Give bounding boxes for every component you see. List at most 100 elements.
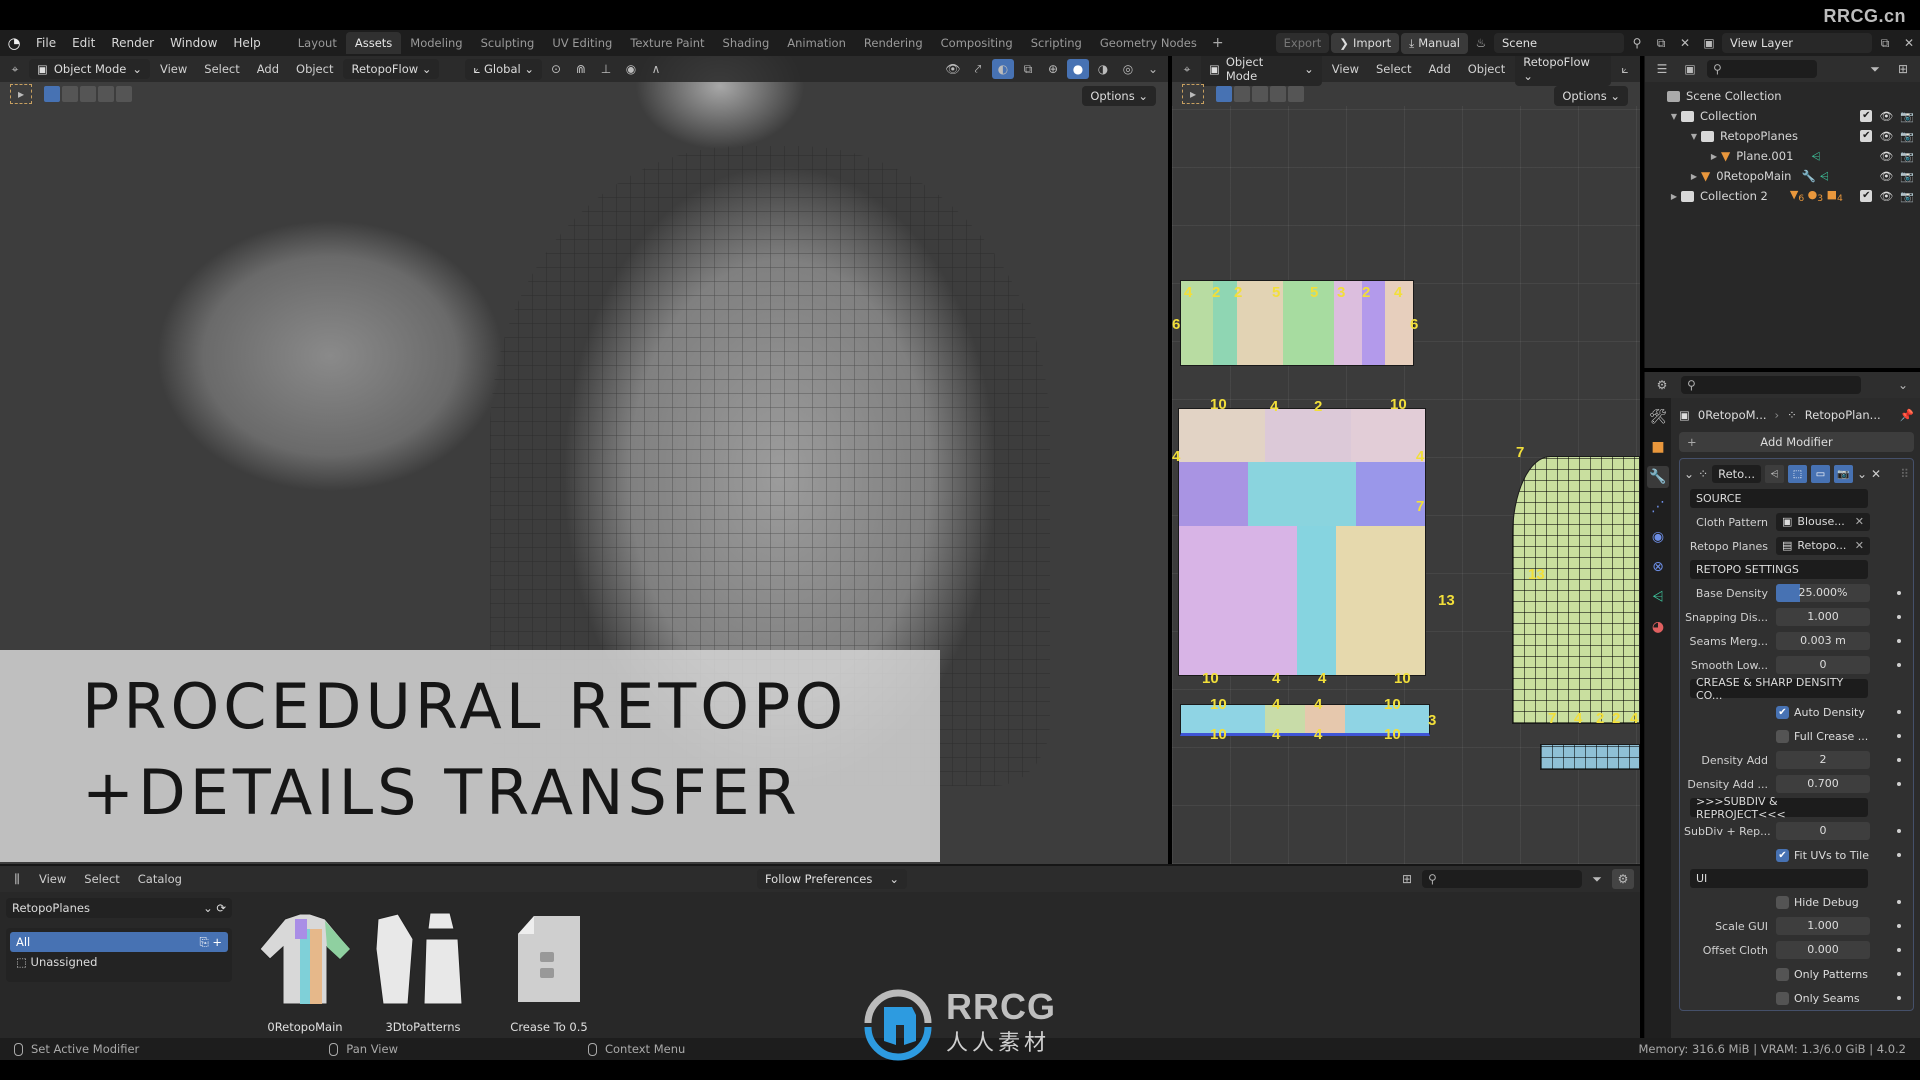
material-shading-icon[interactable]: ◑ xyxy=(1092,59,1114,79)
retopoflow-menu[interactable]: RetopoFlow ⌄ xyxy=(343,59,440,79)
menu-add[interactable]: Add xyxy=(1421,62,1457,76)
menu-select[interactable]: Select xyxy=(197,62,246,76)
exclude-checkbox[interactable]: ✔ xyxy=(1860,110,1873,122)
select-extend-icon[interactable] xyxy=(1234,86,1250,102)
tab-texture-paint[interactable]: Texture Paint xyxy=(621,32,713,54)
catalog-all[interactable]: All ⎘ + xyxy=(10,932,228,952)
outliner-row-plane001[interactable]: ▶ ▼ Plane.001 ⩤ 👁 📷 xyxy=(1645,146,1920,166)
tab-layout[interactable]: Layout xyxy=(289,32,346,54)
smooth-low-field[interactable]: 0 xyxy=(1776,656,1870,674)
menu-object[interactable]: Object xyxy=(1461,62,1512,76)
transform-orientation[interactable]: ⟀ Global ⌄ xyxy=(465,58,542,80)
subdiv-reproject-field[interactable]: 0 xyxy=(1776,822,1870,840)
eye-icon[interactable]: 👁 xyxy=(1879,170,1893,183)
mode-selector[interactable]: ▣ Object Mode ⌄ xyxy=(29,59,150,79)
editor-type-icon[interactable]: ⌖ xyxy=(4,59,26,79)
base-density-slider[interactable]: 25.000% xyxy=(1776,584,1870,602)
keyframe-dot[interactable] xyxy=(1897,853,1901,857)
remove-view-layer-icon[interactable]: ✕ xyxy=(1898,33,1920,53)
outliner-row-retopoplanes[interactable]: ▼ RetopoPlanes ✔ 👁 📷 xyxy=(1645,126,1920,146)
menu-edit[interactable]: Edit xyxy=(64,36,103,50)
menu-catalog[interactable]: Catalog xyxy=(131,872,189,886)
mesh-data-icon[interactable]: ⩤ xyxy=(1811,149,1820,164)
tab-sculpting[interactable]: Sculpting xyxy=(472,32,544,54)
tab-uv-editing[interactable]: UV Editing xyxy=(543,32,621,54)
data-tab-icon[interactable]: ⩤ xyxy=(1647,586,1669,608)
expand-icon[interactable]: ▶ xyxy=(1667,192,1681,201)
density-add-field[interactable]: 2 xyxy=(1776,751,1870,769)
select-intersect-icon[interactable] xyxy=(1288,86,1304,102)
proportional-edit-icon[interactable]: ◉ xyxy=(620,59,642,79)
collapse-icon[interactable]: ⌄ xyxy=(1684,467,1694,481)
keyframe-dot[interactable] xyxy=(1897,734,1901,738)
viewport-patterns[interactable]: ⌖ ▣ Object Mode ⌄ View Select Add Object R… xyxy=(1172,56,1640,864)
menu-view[interactable]: View xyxy=(153,62,194,76)
menu-view[interactable]: View xyxy=(1325,62,1366,76)
select-tool-icon[interactable]: ▸ xyxy=(1182,84,1204,104)
tab-shading[interactable]: Shading xyxy=(714,32,779,54)
editor-type-icon[interactable]: ⚙ xyxy=(1651,375,1673,395)
pin-icon[interactable]: 📌 xyxy=(1900,408,1914,422)
keyframe-dot[interactable] xyxy=(1897,900,1901,904)
delete-modifier-icon[interactable]: ✕ xyxy=(1871,467,1881,481)
pin-icon[interactable]: ⚲ xyxy=(1626,33,1648,53)
orientation-icon[interactable]: ⟀ xyxy=(1614,59,1636,79)
drag-handle-icon[interactable]: ⠿ xyxy=(1900,467,1909,481)
select-subtract-icon[interactable] xyxy=(1252,86,1268,102)
options-dropdown[interactable]: Options ⌄ xyxy=(1082,86,1156,106)
asset-search-input[interactable]: ⚲ xyxy=(1422,870,1582,888)
wireframe-shading-icon[interactable]: ⊕ xyxy=(1042,59,1064,79)
physics-tab-icon[interactable]: ◉ xyxy=(1647,526,1669,548)
display-mode-icon[interactable]: ☰ xyxy=(1651,59,1673,79)
expand-icon[interactable]: ▶ xyxy=(1707,152,1721,161)
viewport-toggle-icon[interactable]: ▭ xyxy=(1810,465,1830,483)
seams-merge-field[interactable]: 0.003 m xyxy=(1776,632,1870,650)
select-difference-icon[interactable] xyxy=(1270,86,1286,102)
keyframe-dot[interactable] xyxy=(1897,591,1901,595)
view-layer-icon[interactable]: ▣ xyxy=(1698,33,1720,53)
snap-target-icon[interactable]: ⊥ xyxy=(595,59,617,79)
modifier-wrench-icon[interactable]: 🔧 xyxy=(1801,169,1815,183)
solid-shading-icon[interactable]: ● xyxy=(1067,59,1089,79)
pattern-island-cuff[interactable] xyxy=(1540,744,1640,770)
retopoflow-menu[interactable]: RetopoFlow ⌄ xyxy=(1515,56,1612,86)
clear-icon[interactable]: ✕ xyxy=(1855,513,1864,531)
on-cage-toggle-icon[interactable]: ⬚ xyxy=(1787,465,1807,483)
hide-debug-checkbox[interactable] xyxy=(1776,895,1789,909)
new-scene-icon[interactable]: ⧉ xyxy=(1650,33,1672,53)
auto-density-checkbox[interactable]: ✔ xyxy=(1776,705,1789,719)
modifier-tab-icon[interactable]: 🔧 xyxy=(1647,466,1669,488)
exclude-checkbox[interactable]: ✔ xyxy=(1860,130,1873,142)
library-dropdown[interactable]: RetopoPlanes ⌄ ⟳ xyxy=(6,898,232,918)
add-workspace-button[interactable]: + xyxy=(1206,35,1230,51)
keyframe-dot[interactable] xyxy=(1897,972,1901,976)
editor-type-icon[interactable]: ⫼ xyxy=(6,869,28,889)
shading-options-icon[interactable]: ⌄ xyxy=(1142,59,1164,79)
select-tool-icon[interactable]: ▸ xyxy=(10,84,32,104)
visibility-icon[interactable]: 👁 xyxy=(942,59,964,79)
keyframe-dot[interactable] xyxy=(1897,948,1901,952)
gizmo-icon[interactable]: ⤤ xyxy=(967,59,989,79)
outliner-search-input[interactable]: ⚲ xyxy=(1707,60,1817,78)
menu-window[interactable]: Window xyxy=(162,36,225,50)
select-intersect-icon[interactable] xyxy=(116,86,132,102)
full-crease-checkbox[interactable] xyxy=(1776,729,1789,743)
tab-assets[interactable]: Assets xyxy=(345,32,402,54)
eye-icon[interactable]: 👁 xyxy=(1879,150,1893,163)
offset-cloth-field[interactable]: 0.000 xyxy=(1776,941,1870,959)
outliner-row-collection2[interactable]: ▶ Collection 2 ▼6 ●3 ■4 ✔ 👁 📷 xyxy=(1645,186,1920,206)
camera-icon[interactable]: 📷 xyxy=(1900,130,1914,143)
tab-geometry-nodes[interactable]: Geometry Nodes xyxy=(1091,32,1206,54)
expand-icon[interactable]: ▶ xyxy=(1687,172,1701,181)
add-catalog-icon[interactable]: ⎘ + xyxy=(200,935,223,950)
select-new-icon[interactable] xyxy=(44,86,60,102)
outliner-row-collection[interactable]: ▼ Collection ✔ 👁 📷 xyxy=(1645,106,1920,126)
menu-render[interactable]: Render xyxy=(103,36,162,50)
pivot-icon[interactable]: ⊙ xyxy=(545,59,567,79)
menu-view[interactable]: View xyxy=(32,872,73,886)
keyframe-dot[interactable] xyxy=(1897,639,1901,643)
asset-item[interactable]: 0RetopoMain xyxy=(246,904,364,1034)
tab-modeling[interactable]: Modeling xyxy=(401,32,471,54)
properties-search-input[interactable]: ⚲ xyxy=(1681,376,1861,394)
view-layer-field[interactable]: View Layer xyxy=(1722,33,1872,53)
